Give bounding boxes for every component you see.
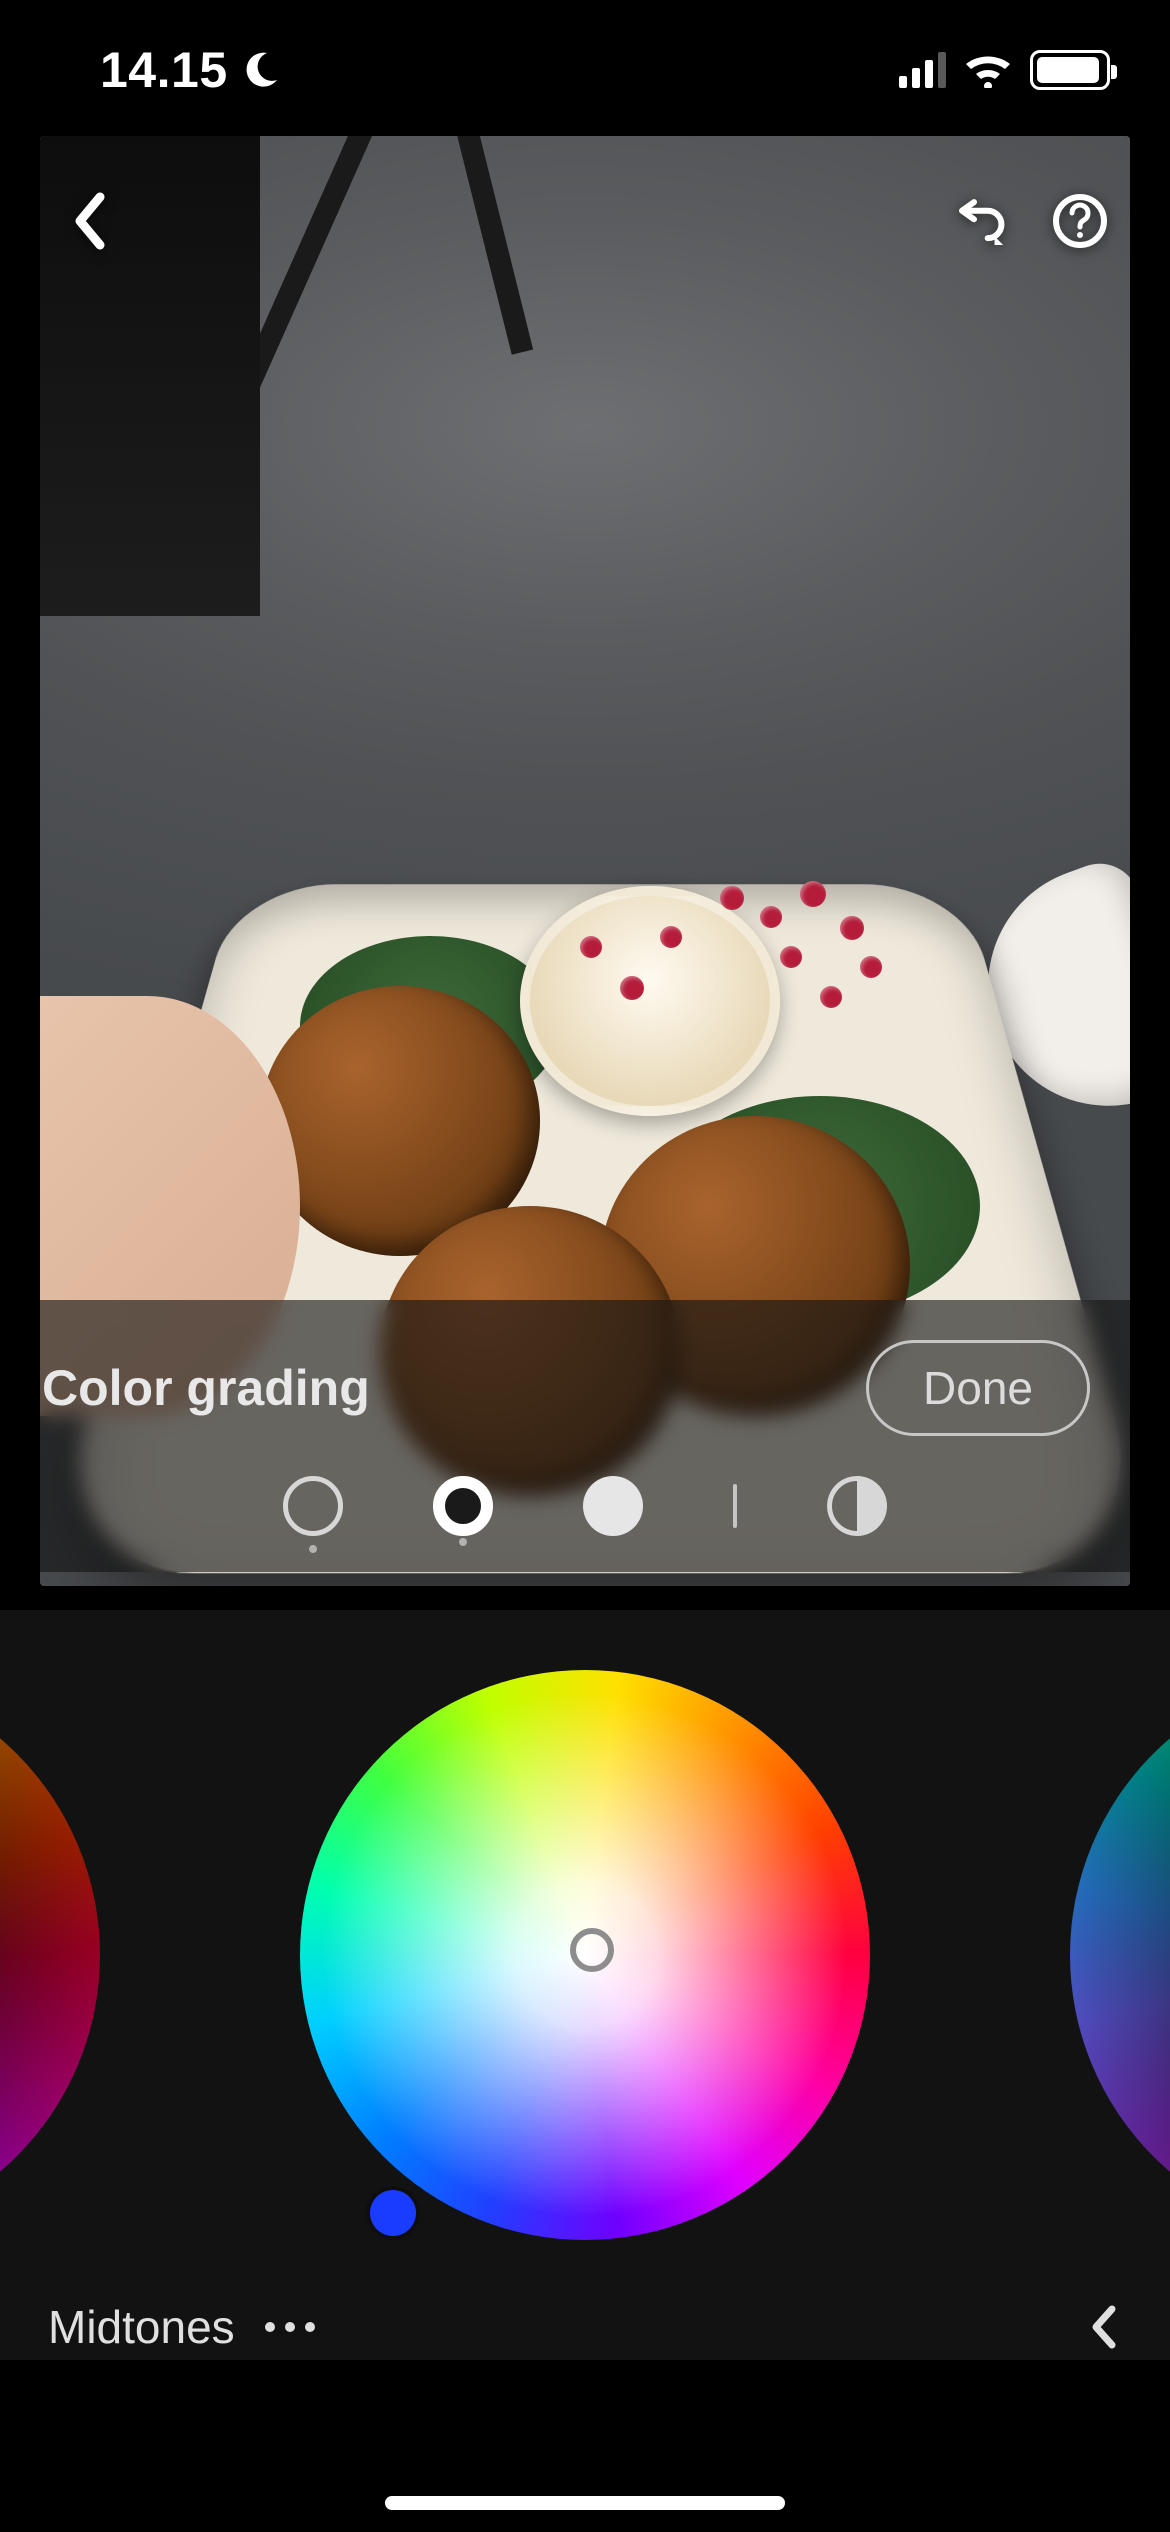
active-range-label: Midtones — [48, 2300, 235, 2354]
highlights-wheel-preview[interactable] — [1070, 1670, 1170, 2240]
wifi-icon — [964, 52, 1012, 88]
undo-button[interactable] — [950, 191, 1010, 251]
help-button[interactable] — [1050, 191, 1110, 251]
luminance-handle[interactable] — [370, 2190, 416, 2236]
color-grading-panel: Color grading Done — [40, 1300, 1130, 1572]
midtones-color-wheel[interactable] — [300, 1670, 870, 2240]
panel-title: Color grading — [42, 1359, 370, 1417]
status-bar: 14.15 — [0, 0, 1170, 140]
collapse-panel-button[interactable] — [1086, 2303, 1122, 2351]
midtones-mode[interactable] — [433, 1476, 493, 1536]
do-not-disturb-icon — [240, 50, 280, 90]
color-wheel-carousel[interactable] — [0, 1610, 1170, 2360]
tonal-range-selector — [40, 1476, 1130, 1554]
battery-icon — [1030, 50, 1110, 90]
more-options-icon[interactable] — [265, 2322, 315, 2332]
cellular-signal-icon — [899, 52, 946, 88]
global-mode[interactable] — [827, 1476, 887, 1536]
range-footer: Midtones — [0, 2300, 1170, 2354]
done-button-label: Done — [923, 1362, 1033, 1414]
highlights-mode[interactable] — [583, 1476, 643, 1536]
shadows-mode[interactable] — [283, 1476, 343, 1536]
shadows-wheel-preview[interactable] — [0, 1670, 100, 2240]
status-time: 14.15 — [100, 41, 228, 99]
done-button[interactable]: Done — [866, 1340, 1090, 1436]
home-indicator[interactable] — [385, 2496, 785, 2510]
mode-divider — [733, 1484, 737, 1528]
back-button[interactable] — [60, 191, 120, 251]
color-wheel-picker[interactable] — [570, 1928, 614, 1972]
